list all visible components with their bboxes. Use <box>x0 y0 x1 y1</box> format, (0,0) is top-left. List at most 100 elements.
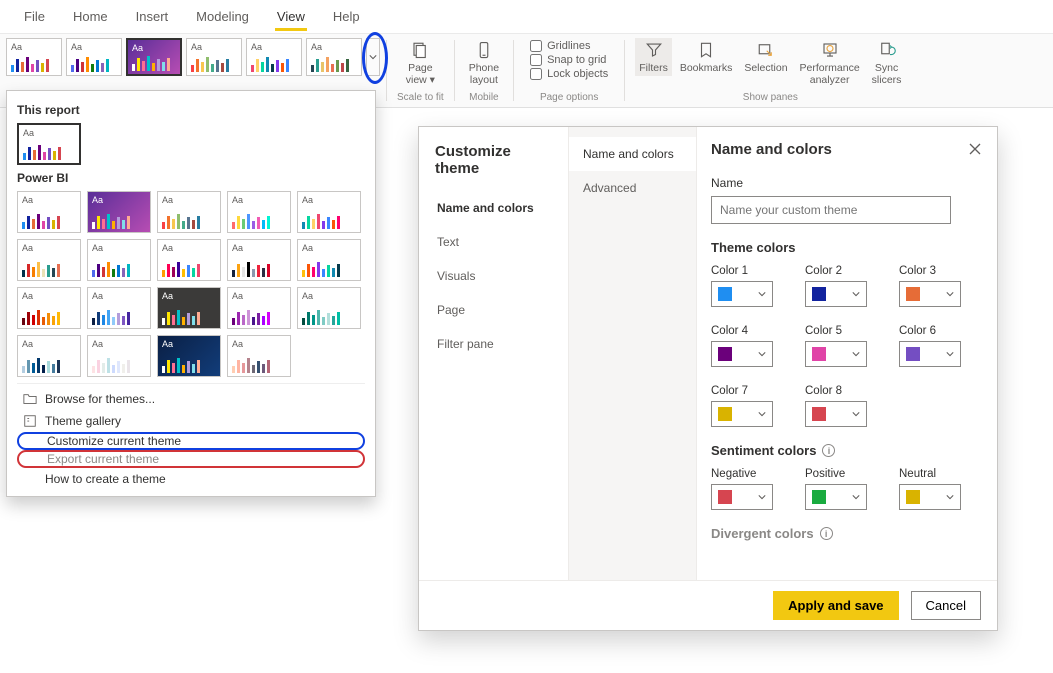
color-picker[interactable] <box>805 484 867 510</box>
nav1-visuals[interactable]: Visuals <box>419 259 568 293</box>
theme-thumb[interactable]: Aa <box>87 335 151 377</box>
bookmarks-pane-button[interactable]: Bookmarks <box>676 38 737 76</box>
info-icon[interactable]: i <box>822 444 835 457</box>
filters-pane-button[interactable]: Filters <box>635 38 672 76</box>
nav1-text[interactable]: Text <box>419 225 568 259</box>
chevron-down-icon <box>758 287 766 301</box>
ribbon-group-page-options: Gridlines Snap to grid Lock objects Page… <box>520 38 618 103</box>
color-picker[interactable] <box>711 281 773 307</box>
theme-thumb[interactable]: Aa <box>17 191 81 233</box>
theme-thumb[interactable]: Aa <box>297 191 361 233</box>
performance-analyzer-button[interactable]: Performance analyzer <box>796 38 864 88</box>
color-picker[interactable] <box>805 341 867 367</box>
swatch-icon <box>718 287 732 301</box>
theme-thumb-selected[interactable]: Aa <box>126 38 182 76</box>
menu-file[interactable]: File <box>10 3 59 30</box>
theme-thumb[interactable]: Aa <box>66 38 122 76</box>
nav1-name-colors[interactable]: Name and colors <box>419 191 568 225</box>
theme-thumb[interactable]: Aa <box>227 335 291 377</box>
theme-thumb[interactable]: Aa <box>87 191 151 233</box>
menu-modeling[interactable]: Modeling <box>182 3 263 30</box>
themes-dropdown-button[interactable] <box>366 38 380 76</box>
theme-thumb[interactable]: Aa <box>306 38 362 76</box>
theme-thumb[interactable]: Aa <box>87 287 151 329</box>
menu-help[interactable]: Help <box>319 3 374 30</box>
swatch-icon <box>906 347 920 361</box>
color-label: Neutral <box>899 468 971 480</box>
export-current-theme-item[interactable]: Export current theme <box>17 450 365 468</box>
sync-slicers-button[interactable]: Sync slicers <box>868 38 906 88</box>
theme-thumb[interactable]: Aa <box>17 287 81 329</box>
chevron-down-icon <box>946 287 954 301</box>
gallery-icon <box>23 414 37 428</box>
theme-thumb[interactable]: Aa <box>227 287 291 329</box>
color-picker[interactable] <box>805 401 867 427</box>
color-picker[interactable] <box>711 341 773 367</box>
color-label: Color 5 <box>805 325 877 337</box>
theme-thumb[interactable]: Aa <box>87 239 151 281</box>
menubar: File Home Insert Modeling View Help <box>0 0 1053 34</box>
theme-thumb[interactable]: Aa <box>17 123 81 165</box>
color-label: Color 3 <box>899 265 971 277</box>
browse-themes-item[interactable]: Browse for themes... <box>17 388 365 410</box>
cancel-button[interactable]: Cancel <box>911 591 981 620</box>
page-view-button[interactable]: Page view ▾ <box>402 38 439 88</box>
checkbox-lock[interactable]: Lock objects <box>530 68 608 80</box>
theme-thumb[interactable]: Aa <box>297 287 361 329</box>
sentiment-colors-title: Sentiment colorsi <box>711 443 983 458</box>
theme-thumb[interactable]: Aa <box>246 38 302 76</box>
theme-thumb[interactable]: Aa <box>17 335 81 377</box>
menu-insert[interactable]: Insert <box>122 3 183 30</box>
swatch-icon <box>812 287 826 301</box>
color-picker[interactable] <box>711 484 773 510</box>
theme-thumb[interactable]: Aa <box>297 239 361 281</box>
color-picker[interactable] <box>899 281 961 307</box>
color-picker[interactable] <box>899 341 961 367</box>
swatch-icon <box>906 287 920 301</box>
nav2-advanced[interactable]: Advanced <box>569 171 696 205</box>
theme-thumb[interactable]: Aa <box>186 38 242 76</box>
theme-thumb[interactable]: Aa <box>6 38 62 76</box>
color-picker[interactable] <box>711 401 773 427</box>
info-icon[interactable]: i <box>820 527 833 540</box>
phone-layout-button[interactable]: Phone layout <box>465 38 503 88</box>
color-picker[interactable] <box>899 484 961 510</box>
theme-thumb[interactable]: Aa <box>227 191 291 233</box>
color-label: Color 6 <box>899 325 971 337</box>
name-label: Name <box>711 176 983 190</box>
chevron-down-icon <box>758 407 766 421</box>
nav2-name-colors[interactable]: Name and colors <box>569 137 696 171</box>
color-label: Color 4 <box>711 325 783 337</box>
chevron-down-icon <box>852 490 860 504</box>
color-picker[interactable] <box>805 281 867 307</box>
section-power-bi: Power BI <box>17 171 365 185</box>
swatch-icon <box>906 490 920 504</box>
menu-home[interactable]: Home <box>59 3 122 30</box>
color-label: Positive <box>805 468 877 480</box>
selection-pane-button[interactable]: Selection <box>740 38 791 76</box>
color-label: Negative <box>711 468 783 480</box>
nav1-filter-pane[interactable]: Filter pane <box>419 327 568 361</box>
menu-view[interactable]: View <box>263 3 319 30</box>
ribbon-group-show-panes: Filters Bookmarks Selection Performance … <box>631 38 909 103</box>
theme-thumb[interactable]: Aa <box>17 239 81 281</box>
theme-thumb[interactable]: Aa <box>157 191 221 233</box>
chevron-down-icon <box>758 347 766 361</box>
theme-thumb[interactable]: Aa <box>157 335 221 377</box>
theme-thumb[interactable]: Aa <box>157 239 221 281</box>
theme-thumb[interactable]: Aa <box>227 239 291 281</box>
checkbox-gridlines[interactable]: Gridlines <box>530 40 608 52</box>
chevron-down-icon <box>852 407 860 421</box>
close-button[interactable] <box>969 143 981 158</box>
customize-current-theme-item[interactable]: Customize current theme <box>17 432 365 450</box>
how-to-create-theme-item[interactable]: How to create a theme <box>17 468 365 490</box>
nav1-page[interactable]: Page <box>419 293 568 327</box>
theme-name-input[interactable] <box>711 196 951 224</box>
theme-gallery-item[interactable]: Theme gallery <box>17 410 365 432</box>
theme-colors-title: Theme colors <box>711 240 983 255</box>
checkbox-snap[interactable]: Snap to grid <box>530 54 608 66</box>
dialog-title: Customize theme <box>435 143 552 177</box>
theme-thumb[interactable]: Aa <box>157 287 221 329</box>
color-label: Color 7 <box>711 385 783 397</box>
apply-save-button[interactable]: Apply and save <box>773 591 898 620</box>
